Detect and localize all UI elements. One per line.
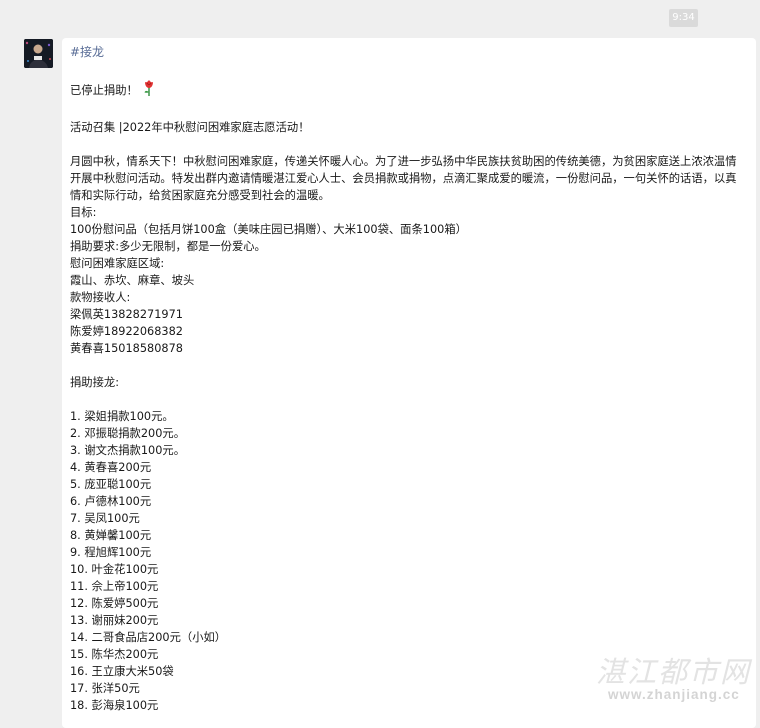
avatar[interactable] bbox=[24, 39, 53, 68]
donation-item: 5. 庞亚聪100元 bbox=[70, 478, 152, 491]
donation-item: 10. 叶金花100元 bbox=[70, 563, 159, 576]
donation-item: 8. 黄婵馨100元 bbox=[70, 529, 152, 542]
donation-item: 11. 佘上帝100元 bbox=[70, 580, 159, 593]
campaign-title: 活动召集 |2022年中秋慰问困难家庭志愿活动！ bbox=[70, 121, 310, 134]
message-bubble[interactable]: #接龙 已停止捐助！ 活动召集 |2022年中秋慰问困难家庭志愿活动！ 月圆中秋… bbox=[62, 38, 756, 728]
detail-line: 霞山、赤坎、麻章、坡头 bbox=[70, 274, 195, 287]
donation-item: 9. 程旭辉100元 bbox=[70, 546, 152, 559]
rose-icon bbox=[143, 79, 155, 102]
donation-item: 6. 卢德林100元 bbox=[70, 495, 152, 508]
detail-line: 慰问困难家庭区域: bbox=[70, 257, 165, 270]
detail-line: 梁佩英13828271971 bbox=[70, 308, 183, 321]
donation-item: 15. 陈华杰200元 bbox=[70, 648, 159, 661]
details-list: 目标: 100份慰问品（包括月饼100盒（美味庄园已捐赠）、大米100袋、面条10… bbox=[70, 204, 746, 357]
donation-list: 1. 梁姐捐款100元。 2. 邓振聪捐款200元。 3. 谢文杰捐款100元。 4.… bbox=[70, 408, 746, 714]
donation-item: 7. 吴凤100元 bbox=[70, 512, 140, 525]
intro-paragraph: 月圆中秋，情系天下！中秋慰问困难家庭，传递关怀暖人心。为了进一步弘扬中华民族扶贫… bbox=[70, 155, 737, 202]
donation-item: 1. 梁姐捐款100元。 bbox=[70, 410, 174, 423]
donation-item: 18. 彭海泉100元 bbox=[70, 699, 159, 712]
donation-item: 4. 黄春喜200元 bbox=[70, 461, 152, 474]
status-line: 已停止捐助！ bbox=[70, 79, 746, 102]
message-timestamp: 9:34 bbox=[669, 9, 698, 27]
avatar-image bbox=[24, 39, 53, 68]
donation-item: 14. 二哥食品店200元（小如） bbox=[70, 631, 227, 644]
donation-item: 12. 陈爱婷500元 bbox=[70, 597, 159, 610]
donation-item: 13. 谢丽妹200元 bbox=[70, 614, 159, 627]
donation-item: 17. 张洋50元 bbox=[70, 682, 140, 695]
detail-line: 款物接收人: bbox=[70, 291, 131, 304]
solitaire-tag[interactable]: #接龙 bbox=[70, 44, 104, 60]
donation-item: 3. 谢文杰捐款100元。 bbox=[70, 444, 186, 457]
donation-item: 2. 邓振聪捐款200元。 bbox=[70, 427, 186, 440]
detail-line: 目标: bbox=[70, 206, 97, 219]
detail-line: 黄春喜15018580878 bbox=[70, 342, 183, 355]
message-content: 已停止捐助！ 活动召集 |2022年中秋慰问困难家庭志愿活动！ 月圆中秋，情系天… bbox=[70, 79, 746, 714]
donation-heading: 捐助接龙: bbox=[70, 376, 119, 389]
donation-item: 16. 王立康大米50袋 bbox=[70, 665, 174, 678]
detail-line: 100份慰问品（包括月饼100盒（美味庄园已捐赠）、大米100袋、面条100箱） bbox=[70, 223, 467, 236]
detail-line: 捐助要求:多少无限制，都是一份爱心。 bbox=[70, 240, 266, 253]
detail-line: 陈爱婷18922068382 bbox=[70, 325, 183, 338]
status-text: 已停止捐助！ bbox=[70, 84, 138, 97]
